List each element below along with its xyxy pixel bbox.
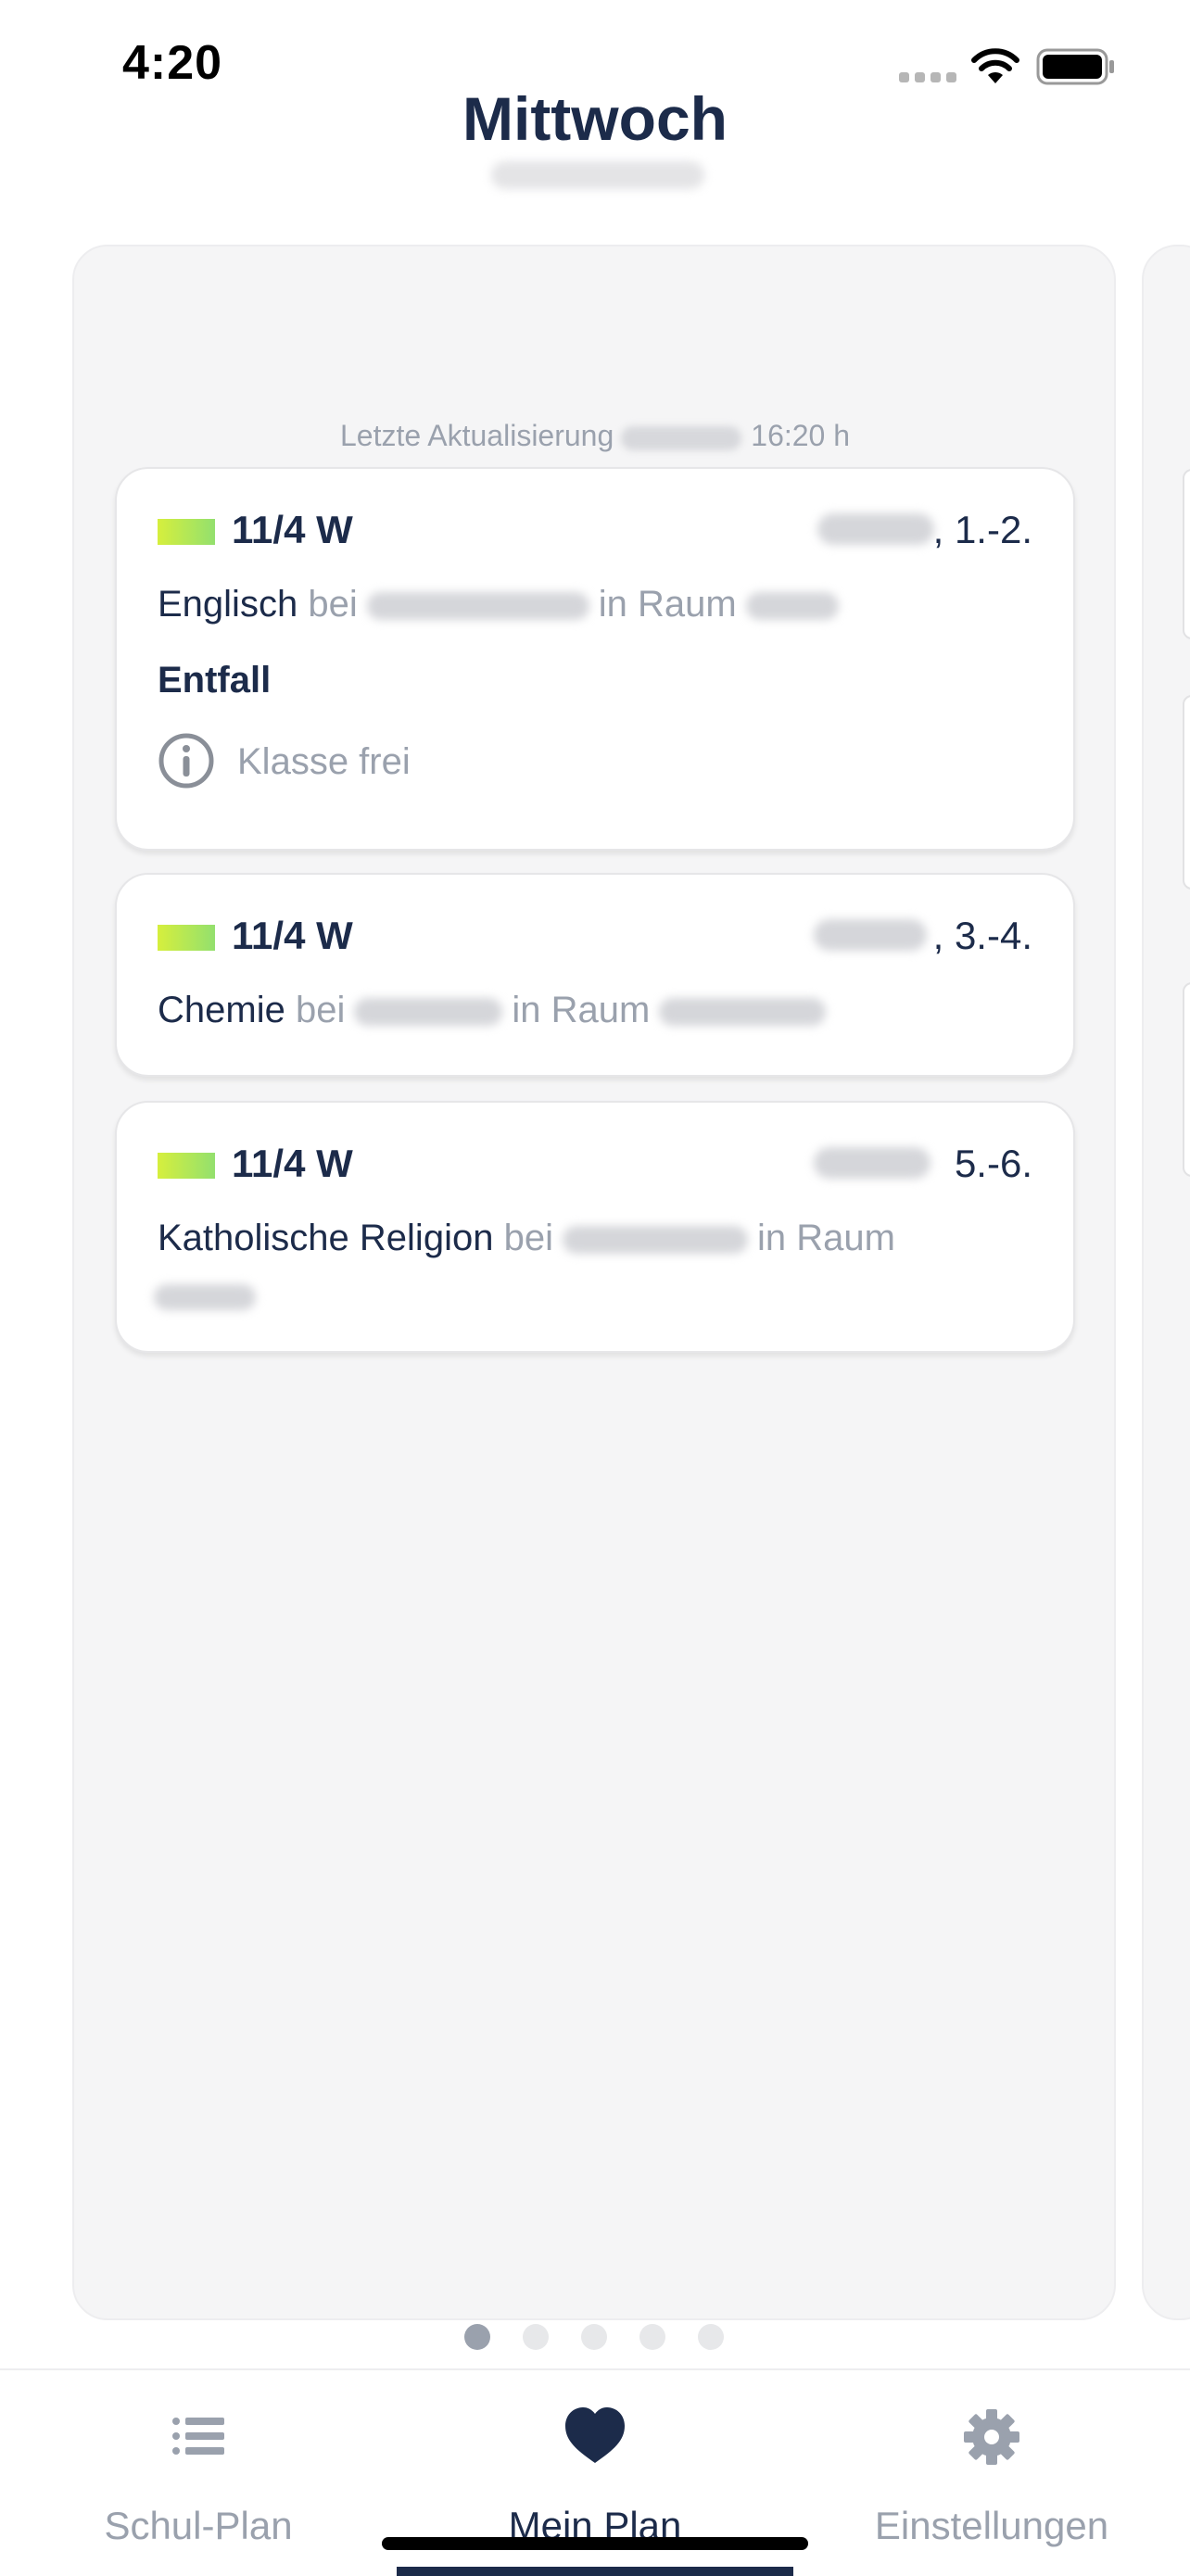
lesson-card[interactable]: 11/4 W 5.-6. Katholische Religion bei in … [115, 1101, 1075, 1353]
tab-label: Schul-Plan [104, 2504, 293, 2547]
tab-label: Einstellungen [874, 2504, 1109, 2547]
lesson-subject: Englisch [158, 584, 298, 625]
lesson-class: 11/4 W [232, 508, 353, 551]
lesson-card[interactable]: 11/4 W , 1.-2. Englisch bei in Raum Entfa… [115, 467, 1075, 851]
room-redacted [659, 998, 827, 1027]
teacher-prefix: bei [295, 990, 346, 1030]
lesson-detail: Englisch bei in Raum [158, 584, 848, 625]
tab-schul-plan[interactable]: Schul-Plan [0, 2370, 397, 2576]
teacher-short-redacted [814, 919, 927, 951]
teacher-short-redacted [814, 1147, 930, 1179]
page-indicator[interactable] [0, 2324, 1190, 2352]
teacher-name-redacted [354, 998, 503, 1027]
page-title: Mittwoch [462, 84, 728, 153]
battery-icon [1036, 48, 1114, 85]
info-icon [158, 733, 214, 789]
page-dot-2[interactable] [523, 2324, 549, 2350]
class-color-swatch [158, 519, 215, 545]
last-update-date-redacted [621, 425, 742, 450]
header-date-redacted [491, 161, 704, 189]
teacher-name-redacted [366, 592, 589, 621]
last-update-line: Letzte Aktualisierung 16:20 h [0, 419, 1190, 453]
wifi-icon [971, 48, 1019, 83]
class-color-swatch [158, 1153, 215, 1179]
lesson-detail: Chemie bei in Raum [158, 990, 835, 1031]
lesson-subject: Katholische Religion [158, 1218, 494, 1258]
heart-icon [565, 2407, 625, 2463]
peek-lesson-card [1183, 982, 1190, 1177]
last-update-time: 16:20 h [751, 419, 851, 452]
room-prefix: in Raum [512, 990, 651, 1030]
cellular-signal-icon [899, 72, 956, 83]
peek-lesson-card [1183, 469, 1190, 639]
lesson-card[interactable]: 11/4 W , 3.-4. Chemie bei in Raum [115, 873, 1075, 1077]
page-dot-1[interactable] [464, 2324, 490, 2350]
lesson-detail: Katholische Religion bei in Raum [158, 1218, 895, 1259]
lesson-info-text: Klasse frei [237, 741, 411, 782]
last-update-label: Letzte Aktualisierung [339, 419, 614, 452]
lesson-status: Entfall [158, 660, 272, 701]
page-dot-3[interactable] [581, 2324, 607, 2350]
lesson-subject: Chemie [158, 990, 285, 1030]
tab-einstellungen[interactable]: Einstellungen [793, 2370, 1190, 2576]
list-icon [172, 2418, 224, 2455]
teacher-prefix: bei [308, 584, 358, 625]
room-redacted [745, 592, 839, 621]
lesson-period: 5.-6. [954, 1142, 1032, 1185]
teacher-short-redacted [817, 513, 934, 545]
lesson-class: 11/4 W [232, 1142, 353, 1185]
page-dot-5[interactable] [698, 2324, 724, 2350]
room-prefix: in Raum [598, 584, 737, 625]
home-indicator[interactable] [382, 2537, 808, 2550]
lesson-period: , 1.-2. [932, 508, 1032, 551]
active-tab-indicator [397, 2567, 793, 2576]
status-time: 4:20 [122, 36, 223, 90]
teacher-prefix: bei [503, 1218, 553, 1258]
room-redacted [154, 1284, 256, 1310]
gear-icon [964, 2409, 1019, 2465]
class-color-swatch [158, 925, 215, 951]
lesson-period: , 3.-4. [932, 914, 1032, 957]
page-dot-4[interactable] [639, 2324, 665, 2350]
lesson-class: 11/4 W [232, 914, 353, 957]
peek-lesson-card [1183, 695, 1190, 890]
teacher-name-redacted [562, 1226, 748, 1255]
room-prefix: in Raum [756, 1218, 895, 1258]
